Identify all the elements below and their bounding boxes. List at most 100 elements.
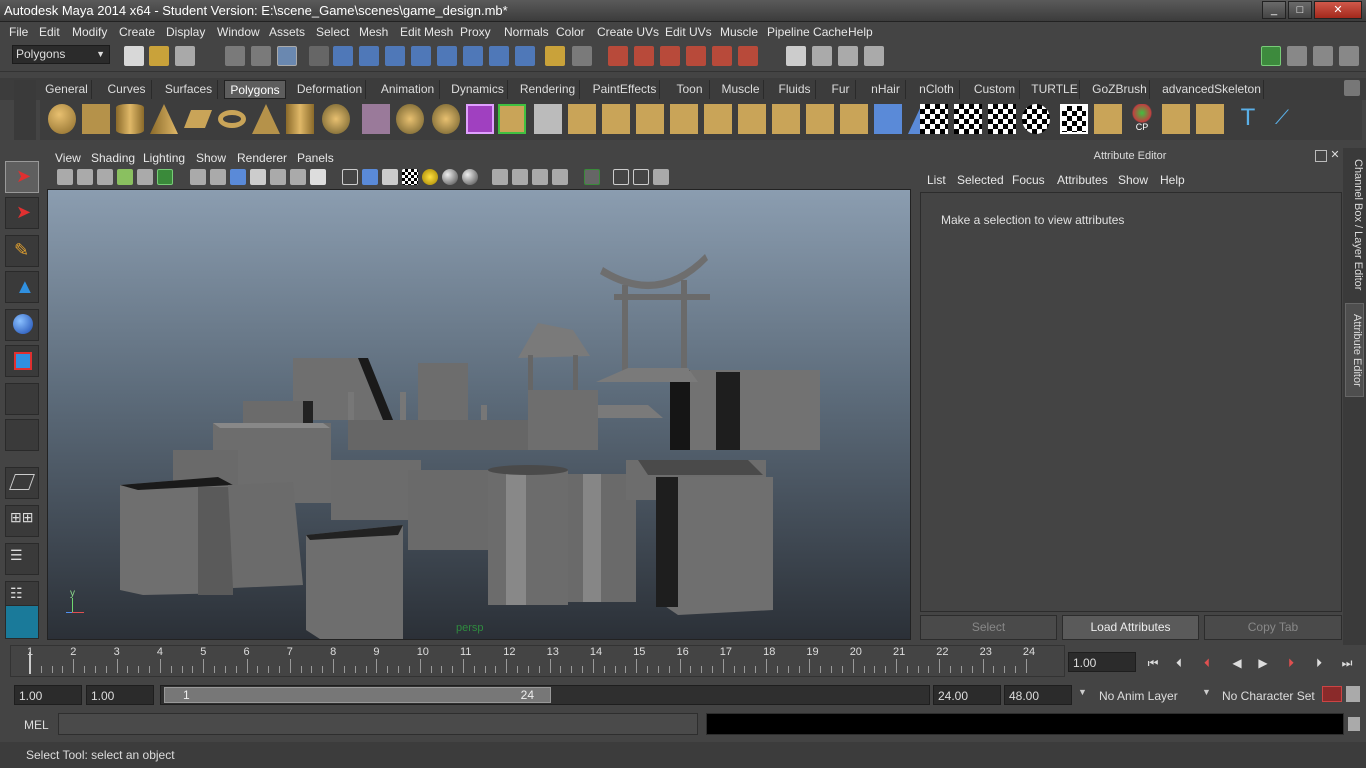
select-tool[interactable]: ➤ [5,161,39,193]
channel-box-tab[interactable]: Channel Box / Layer Editor [1345,154,1364,296]
tab-custom[interactable]: Custom [970,80,1020,99]
tab-rendering[interactable]: Rendering [516,80,580,99]
uv-checker-icon[interactable] [988,104,1016,134]
bevel-icon[interactable] [772,104,800,134]
auto-key-icon[interactable] [1322,686,1342,702]
extrude-icon[interactable] [498,104,526,134]
playback-end-field[interactable]: 24.00 [933,685,1001,705]
layout-persp-outliner[interactable]: ☰ [5,543,39,575]
scale-tool[interactable] [5,345,39,377]
ipr-render-icon[interactable] [634,46,654,66]
hypershade-icon[interactable] [864,46,884,66]
tab-deformation[interactable]: Deformation [294,80,366,99]
menu-create-uvs[interactable]: Create UVs [597,25,659,39]
step-forward-key-icon[interactable]: ⏵ [1310,655,1328,671]
safe-action-icon[interactable] [290,169,306,185]
bridge-icon[interactable] [534,104,562,134]
soccer-ball-icon[interactable] [322,104,350,134]
step-back-key-icon[interactable]: ⏴ [1170,655,1188,671]
poly-sphere-icon[interactable] [48,104,76,134]
menu-help[interactable]: Help [848,25,873,39]
offset-edge-loop-icon[interactable] [670,104,698,134]
poly-cube-icon[interactable] [82,104,110,134]
tab-dynamics[interactable]: Dynamics [448,80,508,99]
snap-surface-icon[interactable] [463,46,483,66]
select-camera-icon[interactable] [584,169,600,185]
select-hierarchy-icon[interactable] [225,46,245,66]
lock-icon[interactable] [545,46,565,66]
layout-uv-icon[interactable] [1196,104,1224,134]
menu-create[interactable]: Create [119,25,155,39]
tab-animation[interactable]: Animation [376,80,440,99]
anim-layer-chevron-icon[interactable]: ▼ [1078,687,1087,697]
cp-icon[interactable]: CP [1128,104,1156,134]
float-panel-icon[interactable] [1315,150,1327,162]
checker-icon[interactable] [920,104,948,134]
snap-grid-icon[interactable] [333,46,353,66]
load-attributes-button[interactable]: Load Attributes [1062,615,1199,640]
bookmark-icon[interactable] [97,169,113,185]
select-button[interactable]: Select [920,615,1057,640]
paint-select-tool[interactable]: ✎ [5,235,39,267]
current-time-marker[interactable] [29,652,31,674]
vp-menu-shading[interactable]: Shading [91,151,135,165]
command-language-label[interactable]: MEL [24,718,49,732]
script-editor-icon[interactable] [1348,717,1360,731]
render-view-icon[interactable] [786,46,806,66]
menu-muscle[interactable]: Muscle [720,25,758,39]
safe-title-icon[interactable] [310,169,326,185]
smooth-icon[interactable] [432,104,460,134]
vp-menu-panels[interactable]: Panels [297,151,334,165]
end-time-field[interactable]: 48.00 [1004,685,1072,705]
tab-painteffects[interactable]: PaintEffects [590,80,660,99]
poly-cone-icon[interactable] [150,104,178,134]
smooth-shade-icon[interactable] [362,169,378,185]
menu-modify[interactable]: Modify [72,25,107,39]
magnet-icon[interactable] [686,46,706,66]
magnet-surface-icon[interactable] [738,46,758,66]
playback-start-field[interactable]: 1.00 [86,685,154,705]
range-slider-handle[interactable]: 1 24 [164,687,551,703]
vp-menu-show[interactable]: Show [196,151,226,165]
uv-editor-icon[interactable] [1094,104,1122,134]
planar-mapping-icon[interactable] [874,104,902,134]
field-chart-icon[interactable] [270,169,286,185]
isolate-select-icon[interactable] [157,169,173,185]
go-to-end-icon[interactable]: ⏭ [1338,655,1356,671]
frame-selected-icon[interactable] [633,169,649,185]
menu-color[interactable]: Color [556,25,585,39]
joint-tool-icon[interactable]: ⟋ [1268,104,1296,134]
tab-muscle[interactable]: Muscle [718,80,764,99]
ambient-occlusion-icon[interactable] [552,169,568,185]
character-set-chevron-icon[interactable]: ▼ [1202,687,1211,697]
tab-ncloth[interactable]: nCloth [914,80,960,99]
make-live-icon[interactable] [437,46,457,66]
snap-curve-icon[interactable] [359,46,379,66]
tab-turtle[interactable]: TURTLE [1030,80,1080,99]
wireframe-icon[interactable] [342,169,358,185]
xray-icon[interactable] [492,169,508,185]
camera-attr-icon[interactable] [77,169,93,185]
render-frame-icon[interactable] [608,46,628,66]
tab-general[interactable]: General [42,80,92,99]
wedge-face-icon[interactable] [738,104,766,134]
collapse-icon[interactable] [840,104,868,134]
play-backward-icon[interactable]: ◀ [1228,655,1246,671]
layout-single-perspective[interactable] [5,467,39,499]
tab-nhair[interactable]: nHair [866,80,906,99]
shadows-icon[interactable] [442,169,458,185]
rotate-tool[interactable] [5,309,39,341]
menu-edit-mesh[interactable]: Edit Mesh [400,25,453,39]
tab-advancedskeleton[interactable]: advancedSkeleton [1160,80,1264,99]
magnet-curve-icon[interactable] [712,46,732,66]
menu-mesh[interactable]: Mesh [359,25,388,39]
tool-settings-toggle-icon[interactable] [1313,46,1333,66]
textured-icon[interactable] [402,169,418,185]
poly-torus-icon[interactable] [218,110,246,128]
xray-joints-icon[interactable] [512,169,528,185]
vp-menu-renderer[interactable]: Renderer [237,151,287,165]
ipr-icon[interactable] [838,46,858,66]
ae-menu-focus[interactable]: Focus [1012,173,1045,187]
construction-history-icon[interactable] [572,46,592,66]
separate-icon[interactable] [396,104,424,134]
